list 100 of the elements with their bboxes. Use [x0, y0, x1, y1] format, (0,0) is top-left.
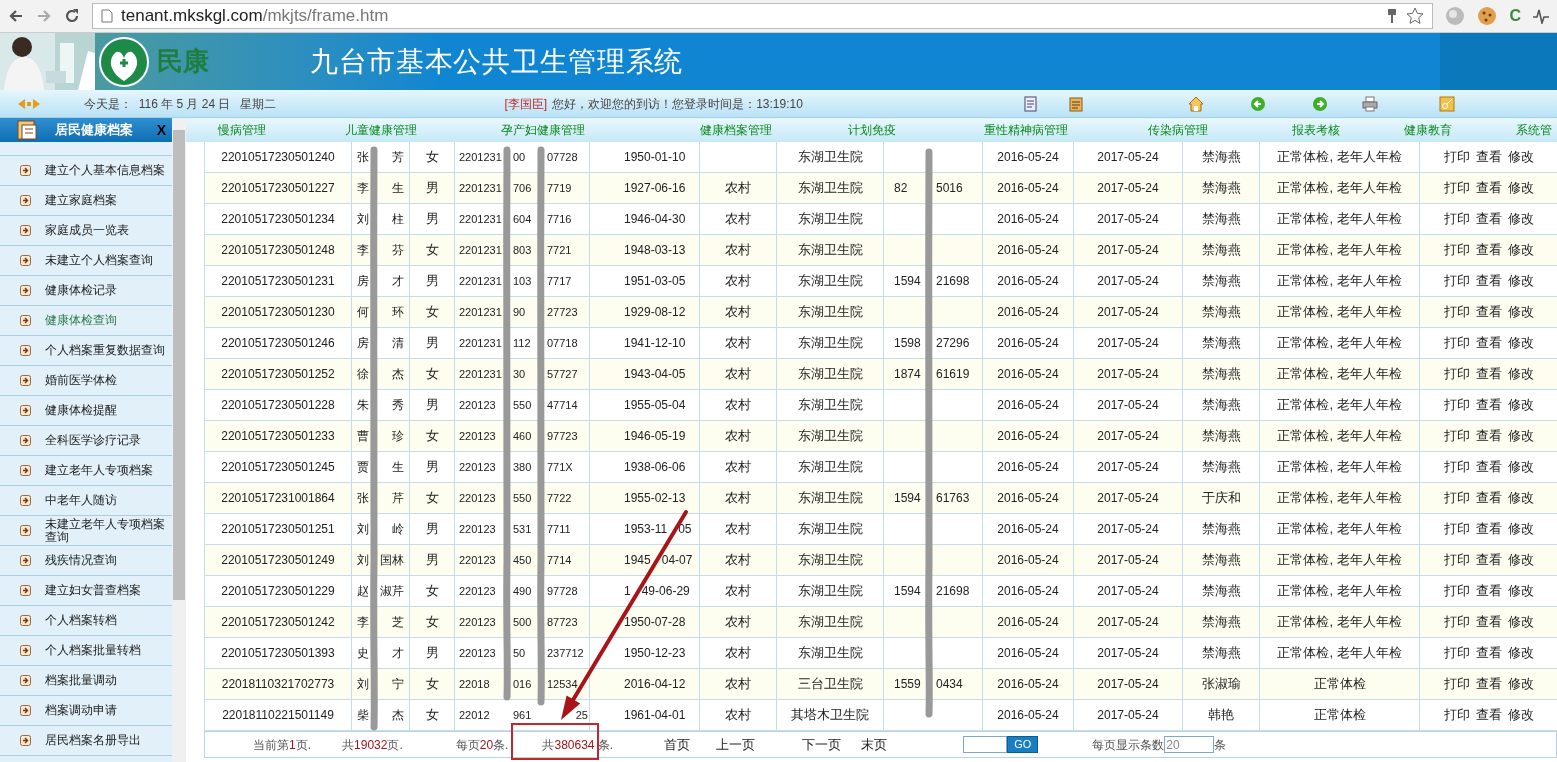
action-link[interactable]: 修改	[1507, 674, 1534, 694]
action-link[interactable]: 修改	[1507, 488, 1534, 508]
action-link[interactable]: 查看	[1475, 333, 1502, 353]
sidebar-item[interactable]: 档案批量调动	[0, 666, 173, 696]
action-link[interactable]: 修改	[1507, 302, 1534, 322]
sidebar-item[interactable]: 建立妇女普查档案	[0, 576, 173, 606]
action-link[interactable]: 打印	[1443, 302, 1470, 322]
action-link[interactable]: 查看	[1475, 643, 1502, 663]
scrollbar-thumb[interactable]	[173, 130, 185, 600]
nav-link[interactable]: 系统管	[1516, 121, 1552, 139]
action-link[interactable]: 修改	[1507, 147, 1534, 167]
action-link[interactable]: 修改	[1507, 457, 1534, 477]
sidebar-item[interactable]: 居民档案名册导出	[0, 726, 173, 756]
pulse-icon[interactable]	[1533, 8, 1549, 24]
action-link[interactable]: 打印	[1443, 147, 1470, 167]
action-link[interactable]: 打印	[1443, 488, 1470, 508]
back-icon[interactable]	[8, 8, 24, 24]
extension-button[interactable]: C	[1509, 4, 1521, 28]
action-link[interactable]: 打印	[1443, 705, 1470, 725]
action-link[interactable]: 查看	[1475, 395, 1502, 415]
action-link[interactable]: 查看	[1475, 488, 1502, 508]
action-link[interactable]: 查看	[1475, 240, 1502, 260]
arrows-icon[interactable]	[18, 97, 40, 110]
action-link[interactable]: 打印	[1443, 395, 1470, 415]
sidebar-item[interactable]: 残疾情况查询	[0, 546, 173, 576]
sidebar-item[interactable]: 未建立个人档案查询	[0, 246, 173, 276]
forward-icon[interactable]	[1311, 95, 1328, 112]
back-icon[interactable]	[1249, 95, 1266, 112]
action-link[interactable]: 打印	[1443, 426, 1470, 446]
action-link[interactable]: 查看	[1475, 457, 1502, 477]
action-link[interactable]: 查看	[1475, 364, 1502, 384]
action-link[interactable]: 打印	[1443, 674, 1470, 694]
sidebar-item[interactable]: 健康体检提醒	[0, 396, 173, 426]
nav-link[interactable]: 计划免疫	[848, 121, 896, 139]
action-link[interactable]: 修改	[1507, 643, 1534, 663]
forward-icon[interactable]	[36, 8, 52, 24]
action-link[interactable]: 查看	[1475, 209, 1502, 229]
sidebar-item[interactable]: 全科医学诊疗记录	[0, 426, 173, 456]
action-link[interactable]: 修改	[1507, 550, 1534, 570]
action-link[interactable]: 修改	[1507, 519, 1534, 539]
action-link[interactable]: 查看	[1475, 302, 1502, 322]
nav-link[interactable]: 重性精神病管理	[984, 121, 1068, 139]
action-link[interactable]: 修改	[1507, 271, 1534, 291]
pager-link[interactable]: 下一页	[802, 734, 842, 755]
nav-link[interactable]: 报表考核	[1292, 121, 1340, 139]
nav-link[interactable]: 儿童健康管理	[345, 121, 417, 139]
action-link[interactable]: 修改	[1507, 240, 1534, 260]
scrollbar[interactable]	[172, 118, 186, 762]
pager-link[interactable]: 首页	[664, 734, 691, 755]
sidebar-item[interactable]: 个人档案批量转档	[0, 636, 173, 666]
action-link[interactable]: 打印	[1443, 581, 1470, 601]
document-icon[interactable]	[1022, 95, 1039, 112]
sidebar-item[interactable]: 中老年人随访	[0, 486, 173, 516]
action-link[interactable]: 打印	[1443, 643, 1470, 663]
action-link[interactable]: 打印	[1443, 457, 1470, 477]
notepad-icon[interactable]	[1067, 95, 1084, 112]
action-link[interactable]: 打印	[1443, 209, 1470, 229]
action-link[interactable]: 查看	[1475, 147, 1502, 167]
action-link[interactable]: 查看	[1475, 581, 1502, 601]
action-link[interactable]: 修改	[1507, 178, 1534, 198]
action-link[interactable]: 打印	[1443, 519, 1470, 539]
sidebar-item[interactable]: 个人档案重复数据查询	[0, 336, 173, 366]
pager-link[interactable]: 末页	[861, 734, 888, 755]
action-link[interactable]: 打印	[1443, 333, 1470, 353]
star-icon[interactable]	[1406, 7, 1425, 25]
action-link[interactable]: 查看	[1475, 674, 1502, 694]
sidebar-item[interactable]: 建立老年人专项档案	[0, 456, 173, 486]
sidebar-item[interactable]: 建立个人基本信息档案	[0, 156, 173, 186]
nav-link[interactable]: 健康教育	[1404, 121, 1452, 139]
action-link[interactable]: 修改	[1507, 333, 1534, 353]
cookie-icon[interactable]	[1477, 6, 1498, 26]
sidebar-item[interactable]: 档案调动申请	[0, 696, 173, 726]
action-link[interactable]: 打印	[1443, 612, 1470, 632]
action-link[interactable]: 修改	[1507, 426, 1534, 446]
sidebar-item[interactable]: 健康体检记录	[0, 276, 173, 306]
action-link[interactable]: 打印	[1443, 364, 1470, 384]
reload-icon[interactable]	[64, 8, 80, 24]
action-link[interactable]: 修改	[1507, 395, 1534, 415]
action-link[interactable]: 打印	[1443, 240, 1470, 260]
printer-icon[interactable]	[1361, 95, 1378, 112]
nav-link[interactable]: 健康档案管理	[700, 121, 772, 139]
action-link[interactable]: 打印	[1443, 178, 1470, 198]
action-link[interactable]: 查看	[1475, 550, 1502, 570]
pager-link[interactable]: 上一页	[716, 734, 756, 755]
action-link[interactable]: 查看	[1475, 705, 1502, 725]
action-link[interactable]: 查看	[1475, 612, 1502, 632]
sidebar-item[interactable]: 个人档案转档	[0, 606, 173, 636]
action-link[interactable]: 修改	[1507, 364, 1534, 384]
action-link[interactable]: 查看	[1475, 271, 1502, 291]
sidebar-item[interactable]: 建立家庭档案	[0, 186, 173, 216]
action-link[interactable]: 修改	[1507, 705, 1534, 725]
action-link[interactable]: 修改	[1507, 209, 1534, 229]
nav-link[interactable]: 孕产妇健康管理	[501, 121, 585, 139]
action-link[interactable]: 修改	[1507, 612, 1534, 632]
action-link[interactable]: 查看	[1475, 178, 1502, 198]
action-link[interactable]: 修改	[1507, 581, 1534, 601]
sidebar-item[interactable]: 健康体检查询	[0, 306, 173, 336]
nav-link[interactable]: 慢病管理	[218, 121, 266, 139]
page-size-input[interactable]: 20	[1164, 736, 1215, 753]
sidebar-item[interactable]: 家庭成员一览表	[0, 216, 173, 246]
